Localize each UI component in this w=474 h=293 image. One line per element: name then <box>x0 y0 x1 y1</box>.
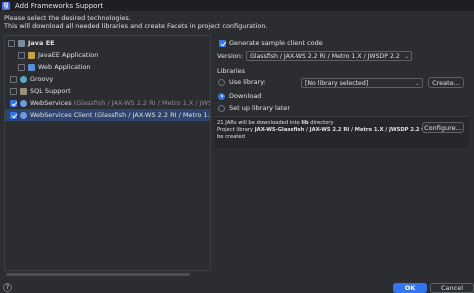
web-icon <box>28 63 35 71</box>
folder-icon <box>18 39 25 47</box>
java-ee-checkbox[interactable] <box>8 39 15 47</box>
frameworks-tree[interactable]: Java EE JavaEE Application Web Applicati… <box>4 35 211 271</box>
generate-sample-label: Generate sample client code <box>229 39 323 47</box>
description-line-2: This will download all needed libraries … <box>4 22 268 30</box>
setup-later-label: Set up library later <box>229 104 291 112</box>
groovy-icon <box>20 75 27 83</box>
webservices-icon <box>20 111 27 119</box>
configure-button[interactable]: Configure... <box>422 122 464 133</box>
webservices-checkbox[interactable] <box>10 99 17 107</box>
info-line-2: Project library JAX-WS-Glassfish / JAX-W… <box>217 127 430 133</box>
tree-item-suffix: (Glassfish / JAX-WS 2.2 RI / Metro 1.X /… <box>73 99 210 107</box>
tree-item-web-application[interactable]: Web Application <box>5 61 210 73</box>
webservices-icon <box>20 99 27 107</box>
download-row[interactable]: Download <box>218 92 261 100</box>
window-title: Add Frameworks Support <box>15 1 104 10</box>
libraries-label: Libraries <box>217 67 246 75</box>
download-info: 21 JARs will be downloaded into lib dire… <box>215 116 469 148</box>
sql-support-checkbox[interactable] <box>10 87 17 95</box>
generate-sample-checkbox[interactable] <box>219 39 226 47</box>
tree-item-webservices[interactable]: WebServices (Glassfish / JAX-WS 2.2 RI /… <box>5 97 210 109</box>
database-icon <box>20 87 27 95</box>
info-line-1: 21 JARs will be downloaded into lib dire… <box>217 120 334 126</box>
title-bar: IJ Add Frameworks Support <box>0 0 474 11</box>
download-label: Download <box>229 92 262 100</box>
setup-later-row[interactable]: Set up library later <box>218 104 290 112</box>
tree-item-label: Web Application <box>38 63 91 71</box>
version-dropdown[interactable]: Glassfish / JAX-WS 2.2 RI / Metro 1.X / … <box>246 51 413 61</box>
info-bold: lib <box>301 120 309 126</box>
tree-item-label: WebServices Client (Glassfish / JAX-WS 2… <box>30 111 210 119</box>
tree-item-java-ee[interactable]: Java EE <box>5 37 210 49</box>
version-label: Version: <box>217 52 244 60</box>
tree-item-label: Groovy <box>30 75 54 83</box>
library-value: [No library selected] <box>305 79 369 87</box>
tree-item-label: WebServices <box>30 99 72 107</box>
javaee-application-checkbox[interactable] <box>18 51 25 59</box>
horizontal-scrollbar[interactable] <box>6 273 190 276</box>
chevron-down-icon: ⌄ <box>414 80 420 87</box>
ok-button[interactable]: OK <box>393 283 427 293</box>
tree-item-javaee-application[interactable]: JavaEE Application <box>5 49 210 61</box>
intellij-logo-icon: IJ <box>2 1 10 10</box>
groovy-checkbox[interactable] <box>10 75 17 83</box>
library-dropdown[interactable]: [No library selected] ⌄ <box>301 78 423 88</box>
webservices-client-checkbox[interactable] <box>10 111 17 119</box>
use-library-radio[interactable] <box>218 78 225 86</box>
description-line-1: Please select the desired technologies. <box>4 14 131 22</box>
use-library-row[interactable]: Use library: <box>218 78 266 86</box>
tree-item-webservices-client[interactable]: WebServices Client (Glassfish / JAX-WS 2… <box>5 109 210 121</box>
tree-item-label: JavaEE Application <box>38 51 99 59</box>
info-bold: JAX-WS-Glassfish / JAX-WS 2.2 RI / Metro… <box>254 127 420 133</box>
chevron-down-icon: ⌄ <box>404 53 410 60</box>
help-button[interactable]: ? <box>3 283 12 292</box>
info-text: 21 JARs will be downloaded into <box>217 120 302 126</box>
setup-later-radio[interactable] <box>218 104 225 112</box>
cancel-button[interactable]: Cancel <box>430 283 474 293</box>
version-row: Version: Glassfish / JAX-WS 2.2 RI / Met… <box>217 51 413 61</box>
create-library-button[interactable]: Create... <box>428 77 464 88</box>
javaee-icon <box>28 51 35 59</box>
tree-item-sql-support[interactable]: SQL Support <box>5 85 210 97</box>
info-text: directory <box>308 120 334 126</box>
tree-item-groovy[interactable]: Groovy <box>5 73 210 85</box>
generate-sample-row[interactable]: Generate sample client code <box>219 39 323 47</box>
download-radio[interactable] <box>218 92 225 100</box>
web-application-checkbox[interactable] <box>18 63 25 71</box>
libraries-header: Libraries <box>217 67 245 75</box>
info-line-3: be created <box>217 134 245 140</box>
framework-config-panel: Generate sample client code Version: Gla… <box>213 35 470 271</box>
version-value: Glassfish / JAX-WS 2.2 RI / Metro 1.X / … <box>250 52 400 60</box>
info-text: Project library <box>217 127 255 133</box>
tree-item-label: Java EE <box>28 39 55 47</box>
tree-item-label: SQL Support <box>30 87 71 95</box>
use-library-label: Use library: <box>229 78 266 86</box>
